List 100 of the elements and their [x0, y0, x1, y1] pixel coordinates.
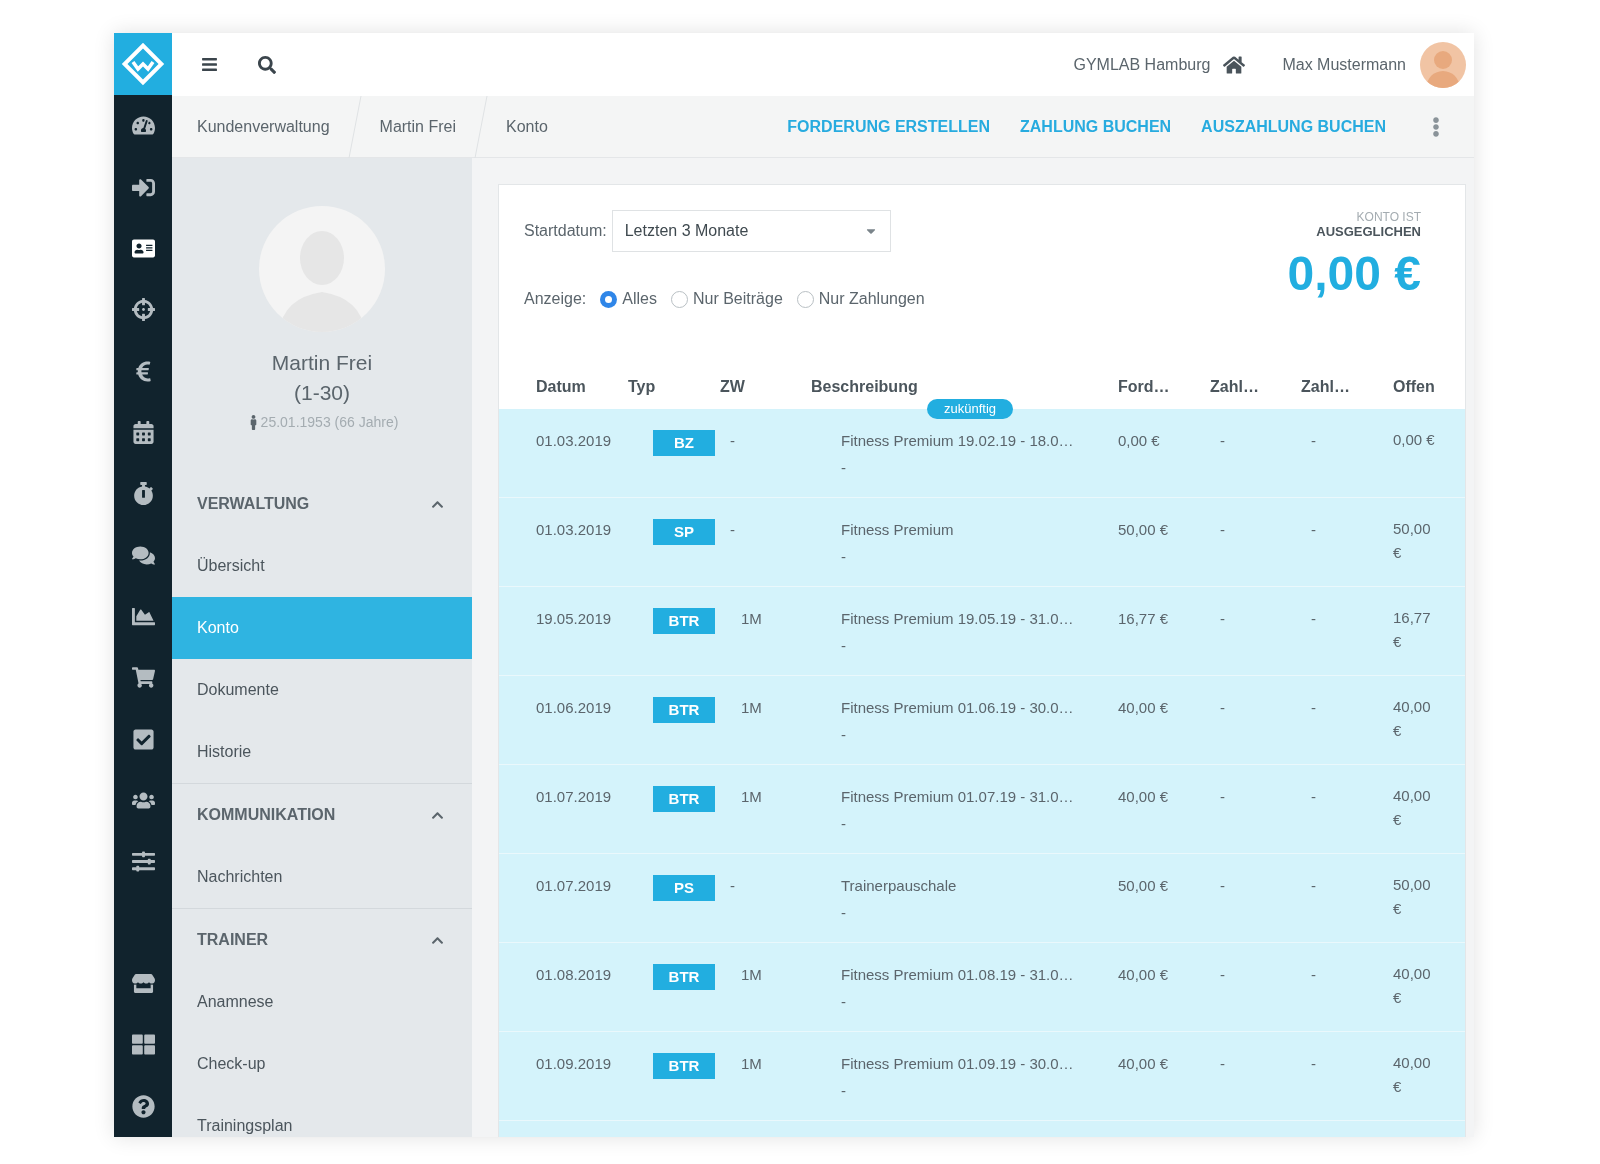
- type-badge: BZ: [653, 430, 715, 456]
- table-cell-text: -: [1219, 431, 1225, 451]
- birth-date: 25.01.1953 (66 Jahre): [260, 413, 399, 432]
- table-cell-text: -: [841, 991, 846, 1012]
- filter-label: Startdatum:: [524, 221, 607, 241]
- sidebar-item[interactable]: Übersicht: [172, 535, 472, 597]
- customer-range: (1-30): [294, 380, 350, 406]
- table-cell-text: 40,00 €: [1118, 965, 1169, 985]
- column-header[interactable]: Zahl…: [1301, 375, 1350, 399]
- table-cell-text: 40,00 €: [1393, 1053, 1432, 1097]
- customer-name: Martin Frei: [271, 350, 373, 376]
- table-cell-text: 40,00 €: [1393, 697, 1432, 741]
- table-cell-text: 0,00 €: [1393, 430, 1436, 450]
- table-cell-text: 50,00 €: [1118, 876, 1169, 896]
- logo-icon[interactable]: [114, 33, 172, 96]
- calendar-icon[interactable]: [131, 421, 155, 445]
- table-cell-text: 01.09.2019: [536, 1054, 613, 1074]
- grid-icon[interactable]: [131, 1033, 155, 1057]
- type-badge: BTR: [653, 964, 715, 990]
- sidebar-item[interactable]: Check-up: [172, 1033, 472, 1095]
- section-header[interactable]: VERWALTUNG: [172, 473, 472, 535]
- table-cell-text: 01.03.2019: [536, 431, 613, 451]
- table-cell-text: -: [729, 520, 736, 540]
- radio-option[interactable]: Nur Beiträge: [670, 287, 783, 311]
- table-cell-text: 1M: [740, 965, 763, 985]
- table-cell-text: 01.06.2019: [536, 698, 613, 718]
- breadcrumb-link[interactable]: Konto: [488, 114, 566, 139]
- table-cell-text: 50,00 €: [1393, 875, 1432, 919]
- menu-icon[interactable]: [201, 56, 218, 73]
- table-cell-text: Fitness Premium 01.08.19 - 31.0…: [841, 965, 1075, 985]
- type-badge: SP: [653, 519, 715, 545]
- table-cell-text: Fitness Premium 19.02.19 - 18.0…: [841, 431, 1075, 451]
- column-header[interactable]: Ford…: [1118, 375, 1170, 399]
- type-badge: BTR: [653, 786, 715, 812]
- status-tag: zukünftig: [927, 399, 1014, 419]
- table-cell-text: 19.05.2019: [536, 609, 613, 629]
- table-cell-text: 1M: [740, 787, 763, 807]
- column-header[interactable]: Beschreibung: [811, 375, 918, 399]
- radio-option[interactable]: Nur Zahlungen: [796, 287, 925, 311]
- table-cell-text: Fitness Premium: [841, 520, 955, 540]
- checkbox-icon[interactable]: [131, 727, 155, 751]
- sliders-icon[interactable]: [131, 850, 155, 874]
- table-cell-text: -: [729, 431, 736, 451]
- balance-amount: 0,00 €: [1287, 246, 1421, 302]
- balance-status: AUSGEGLICHEN: [1316, 224, 1421, 240]
- table-cell-text: -: [1310, 520, 1316, 540]
- table-cell-text: -: [1219, 787, 1225, 807]
- search-icon[interactable]: [258, 55, 276, 74]
- table-cell-text: Fitness Premium 01.07.19 - 31.0…: [841, 787, 1075, 807]
- table-cell-text: -: [1310, 876, 1316, 896]
- sidebar-item[interactable]: Trainingsplan: [172, 1095, 472, 1137]
- sidebar-item[interactable]: Dokumente: [172, 659, 472, 721]
- table-cell-text: -: [1310, 1054, 1316, 1074]
- store-icon[interactable]: [131, 972, 155, 996]
- user-name[interactable]: Max Mustermann: [1282, 52, 1406, 77]
- table-cell-text: Fitness Premium 19.05.19 - 31.0…: [841, 609, 1075, 629]
- help-icon[interactable]: [131, 1094, 155, 1118]
- breadcrumb-link[interactable]: Martin Frei: [361, 114, 474, 139]
- sidebar-item[interactable]: Anamnese: [172, 971, 472, 1033]
- table-cell-text: 01.03.2019: [536, 520, 613, 540]
- table-cell-text: 50,00 €: [1393, 519, 1432, 563]
- table-cell-text: -: [841, 635, 846, 656]
- table-cell-text: -: [1310, 609, 1316, 629]
- table-cell-text: 01.07.2019: [536, 787, 613, 807]
- table-cell-text: -: [1310, 965, 1316, 985]
- table-cell-text: -: [729, 876, 736, 896]
- home-icon[interactable]: [1223, 53, 1246, 76]
- stopwatch-icon[interactable]: [131, 482, 155, 506]
- table-cell-text: 40,00 €: [1393, 964, 1432, 1008]
- type-badge: PS: [653, 875, 715, 901]
- column-header[interactable]: ZW: [720, 375, 745, 399]
- column-header[interactable]: Datum: [536, 375, 586, 399]
- type-badge: BTR: [653, 697, 715, 723]
- target-icon[interactable]: [131, 298, 155, 322]
- section-header[interactable]: TRAINER: [172, 909, 472, 971]
- table-cell-text: -: [1219, 520, 1225, 540]
- table-cell-text: 50,00 €: [1118, 520, 1169, 540]
- column-header[interactable]: Offen: [1393, 375, 1435, 399]
- table-cell-text: Trainerpauschale: [841, 876, 958, 896]
- table-cell-text: 40,00 €: [1118, 698, 1169, 718]
- table-cell-text: -: [841, 813, 846, 834]
- column-header[interactable]: Typ: [628, 375, 656, 399]
- column-header[interactable]: Zahl…: [1210, 375, 1259, 399]
- table-cell-text: 1M: [740, 1054, 763, 1074]
- table-cell-text: Fitness Premium 01.09.19 - 30.0…: [841, 1054, 1075, 1074]
- section-header[interactable]: KOMMUNIKATION: [172, 784, 472, 846]
- breadcrumb-link[interactable]: Kundenverwaltung: [172, 114, 348, 139]
- table-cell-text: 40,00 €: [1118, 1054, 1169, 1074]
- sidebar-item[interactable]: Nachrichten: [172, 846, 472, 908]
- radio-option[interactable]: Alles: [600, 287, 657, 311]
- start-date-select[interactable]: Letzten 3 Monate: [611, 210, 891, 252]
- cart-icon[interactable]: [131, 666, 155, 690]
- type-badge: BTR: [653, 608, 715, 634]
- table-cell-text: 01.07.2019: [536, 876, 613, 896]
- sidebar-item[interactable]: Historie: [172, 721, 472, 783]
- table-cell-text: -: [1219, 698, 1225, 718]
- table-cell-text: 1M: [740, 698, 763, 718]
- type-badge: BTR: [653, 1053, 715, 1079]
- table-cell-text: -: [1219, 1054, 1225, 1074]
- studio-name[interactable]: GYMLAB Hamburg: [1073, 52, 1211, 77]
